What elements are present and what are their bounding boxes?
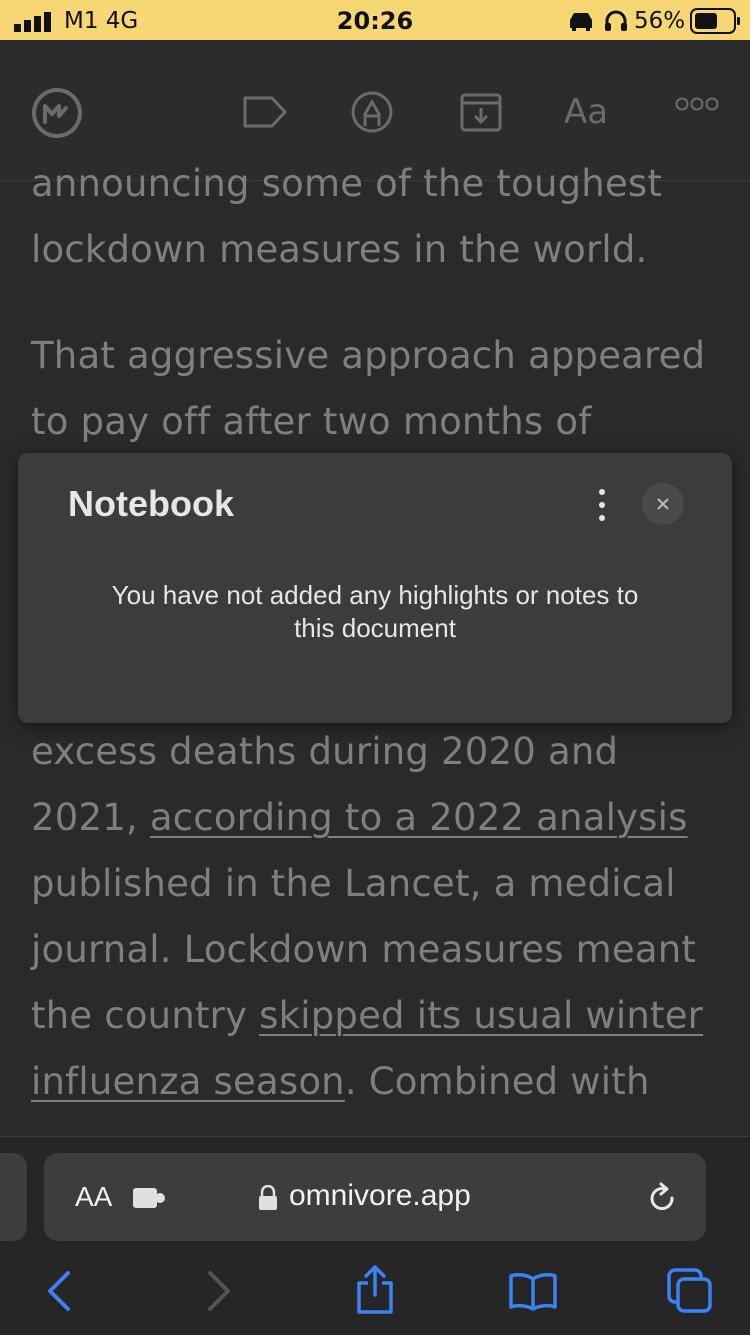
previous-tab-preview[interactable]	[0, 1153, 27, 1241]
forward-icon[interactable]	[204, 1269, 234, 1313]
font-settings-icon[interactable]: Aa	[564, 92, 608, 132]
analysis-link[interactable]: according to a 2022 analysis	[150, 796, 688, 839]
reader-text-size-button[interactable]: AA	[75, 1181, 112, 1213]
highlighter-icon[interactable]	[350, 90, 394, 134]
address-bar[interactable]: AA omnivore.app	[44, 1153, 706, 1241]
notebook-modal: Notebook You have not added any highligh…	[18, 453, 732, 723]
bookmarks-icon[interactable]	[508, 1271, 558, 1311]
extension-puzzle-icon[interactable]	[132, 1185, 166, 1211]
notebook-empty-message: You have not added any highlights or not…	[18, 579, 732, 645]
article-line: lockdown measures in the world.	[31, 228, 648, 271]
article-text: . Combined with	[344, 1060, 650, 1103]
article-line: influenza season. Combined with	[31, 1060, 650, 1103]
influenza-link[interactable]: influenza season	[31, 1060, 345, 1103]
battery-icon	[690, 8, 740, 34]
influenza-link[interactable]: skipped its usual winter	[259, 994, 703, 1037]
article-line: 2021, according to a 2022 analysis	[31, 796, 688, 839]
article-line: published in the Lancet, a medical	[31, 862, 676, 905]
battery-percent: 56%	[634, 8, 686, 34]
close-button[interactable]	[642, 483, 684, 525]
lock-icon	[259, 1185, 277, 1210]
share-icon[interactable]	[354, 1263, 396, 1315]
article-line: That aggressive approach appeared	[31, 334, 706, 377]
article-line: the country skipped its usual winter	[31, 994, 703, 1037]
archive-icon[interactable]	[460, 92, 502, 132]
reload-icon[interactable]	[645, 1181, 679, 1215]
browser-bottom-bar: AA omnivore.app	[0, 1136, 750, 1335]
headphones-icon	[605, 10, 627, 31]
omnivore-logo-icon[interactable]	[30, 86, 84, 140]
article-line: excess deaths during 2020 and	[31, 730, 619, 773]
article-text: 2021,	[31, 796, 150, 839]
status-bar: M1 4G 20:26 56%	[0, 0, 750, 40]
back-icon[interactable]	[44, 1269, 74, 1313]
label-tag-icon[interactable]	[242, 94, 288, 130]
article-text: the country	[31, 994, 260, 1037]
article-line: journal. Lockdown measures meant	[31, 928, 697, 971]
car-icon	[570, 13, 592, 31]
empty-message-line: this document	[294, 613, 456, 643]
article-line: announcing some of the toughest	[31, 162, 663, 205]
tabs-icon[interactable]	[666, 1267, 714, 1315]
empty-message-line: You have not added any highlights or not…	[111, 580, 639, 610]
more-icon[interactable]	[674, 96, 720, 112]
notebook-title: Notebook	[68, 483, 234, 524]
url-text[interactable]: omnivore.app	[289, 1179, 471, 1213]
vertical-dots-menu-icon[interactable]	[596, 487, 608, 523]
close-icon	[657, 498, 669, 510]
article-line: to pay off after two months of	[31, 400, 592, 443]
